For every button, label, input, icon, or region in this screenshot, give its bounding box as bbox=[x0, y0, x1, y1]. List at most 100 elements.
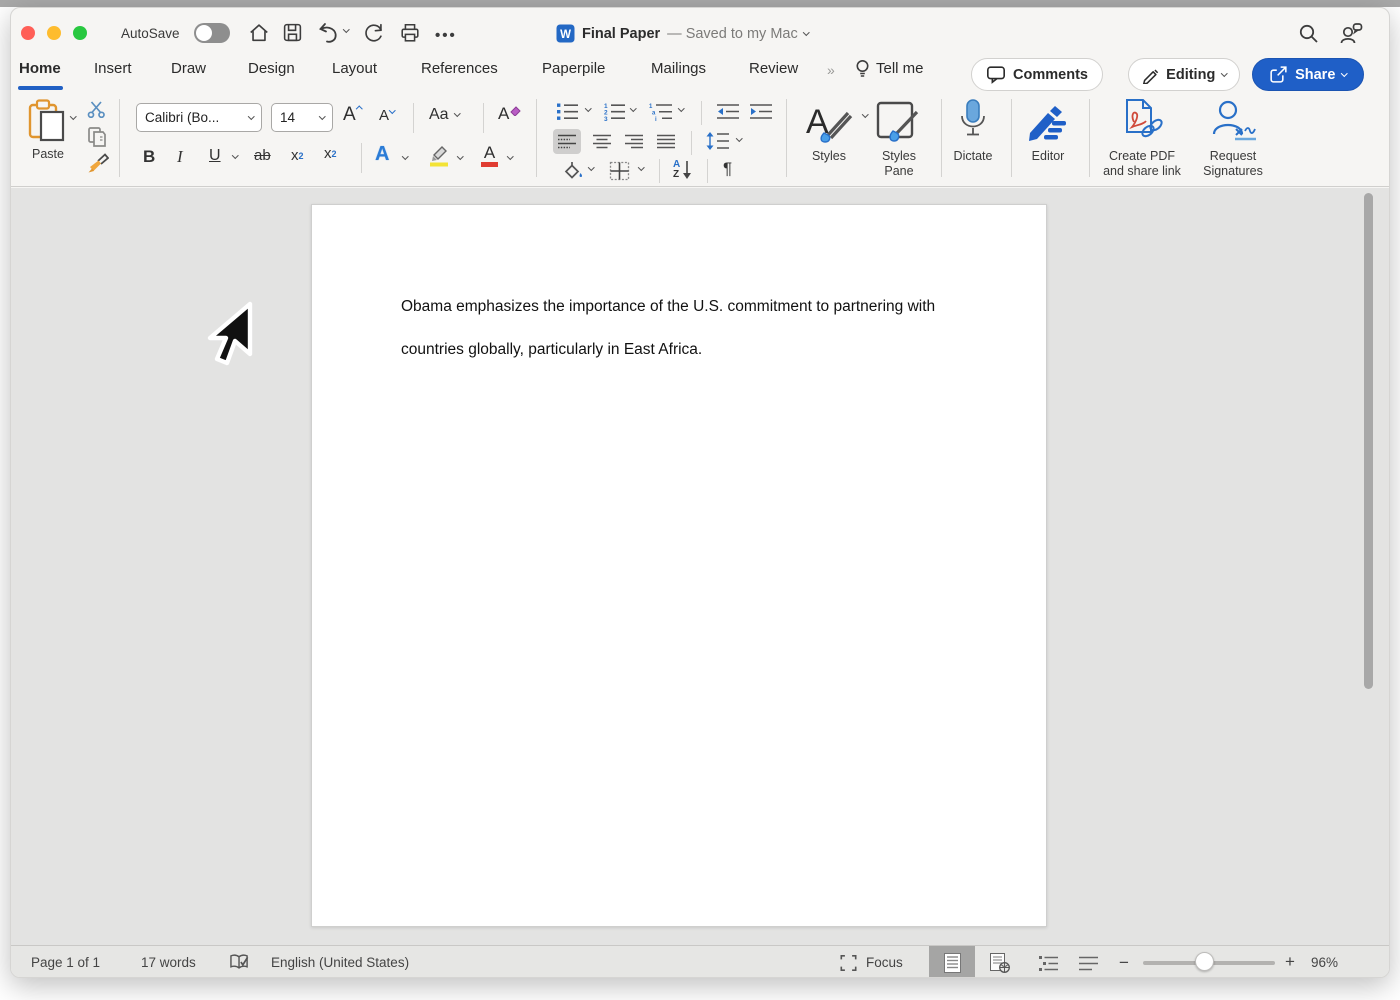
align-right-button[interactable] bbox=[625, 134, 644, 149]
document-page[interactable]: Obama emphasizes the importance of the U… bbox=[311, 204, 1047, 927]
tab-design[interactable]: Design bbox=[248, 60, 295, 77]
focus-icon[interactable] bbox=[839, 954, 858, 972]
save-icon[interactable] bbox=[282, 22, 303, 43]
page-count-status[interactable]: Page 1 of 1 bbox=[31, 955, 100, 970]
print-layout-view-button[interactable] bbox=[929, 946, 975, 977]
web-layout-view-button[interactable] bbox=[977, 946, 1023, 977]
presence-people-icon[interactable] bbox=[1339, 22, 1363, 45]
close-window-button[interactable] bbox=[21, 26, 35, 40]
text-effects-button[interactable]: A bbox=[375, 143, 389, 166]
svg-text:i: i bbox=[655, 117, 657, 121]
undo-icon[interactable] bbox=[316, 22, 340, 44]
title-dropdown-chevron-icon[interactable] bbox=[802, 28, 810, 36]
bullets-chevron-icon[interactable] bbox=[585, 105, 592, 112]
tab-overflow-chevrons[interactable]: » bbox=[827, 62, 835, 78]
tab-layout[interactable]: Layout bbox=[332, 60, 377, 77]
justify-button[interactable] bbox=[657, 134, 676, 149]
svg-text:3: 3 bbox=[604, 116, 608, 121]
tab-mailings[interactable]: Mailings bbox=[651, 60, 706, 77]
autosave-toggle[interactable] bbox=[194, 23, 230, 43]
superscript-button[interactable]: x2 bbox=[324, 145, 337, 162]
editing-button[interactable]: Editing bbox=[1128, 58, 1240, 91]
line-spacing-button[interactable] bbox=[706, 132, 730, 150]
tab-paperpile[interactable]: Paperpile bbox=[542, 60, 605, 77]
share-button[interactable]: Share bbox=[1252, 58, 1364, 91]
comments-label: Comments bbox=[1013, 66, 1088, 83]
decrease-indent-button[interactable] bbox=[716, 103, 740, 120]
borders-button[interactable] bbox=[609, 161, 630, 181]
search-icon[interactable] bbox=[1298, 23, 1320, 45]
highlight-button[interactable] bbox=[427, 143, 451, 167]
font-color-button[interactable]: A bbox=[481, 144, 498, 167]
dictate-button[interactable] bbox=[943, 98, 1003, 144]
font-name-select[interactable]: Calibri (Bo... bbox=[136, 103, 262, 132]
italic-button[interactable]: I bbox=[177, 147, 183, 167]
editor-button[interactable] bbox=[1019, 99, 1077, 143]
paste-button[interactable] bbox=[27, 99, 67, 143]
zoom-out-button[interactable]: − bbox=[1119, 953, 1129, 973]
show-paragraph-marks-button[interactable]: ¶ bbox=[723, 159, 732, 179]
zoom-slider-knob[interactable] bbox=[1195, 952, 1214, 971]
align-center-button[interactable] bbox=[593, 134, 612, 149]
font-size-select[interactable]: 14 bbox=[271, 103, 333, 132]
document-canvas[interactable]: Obama emphasizes the importance of the U… bbox=[11, 188, 1389, 945]
more-commands-icon[interactable]: ••• bbox=[435, 27, 457, 44]
text-effects-chevron-icon[interactable] bbox=[402, 153, 409, 160]
styles-button[interactable]: A bbox=[804, 99, 856, 145]
subscript-button[interactable]: x2 bbox=[291, 147, 304, 164]
tab-references[interactable]: References bbox=[421, 60, 498, 77]
numbering-button[interactable]: 123 bbox=[603, 102, 626, 121]
bold-button[interactable]: B bbox=[143, 147, 155, 167]
zoom-in-button[interactable]: + bbox=[1285, 952, 1295, 972]
line-spacing-chevron-icon[interactable] bbox=[736, 135, 743, 142]
cut-icon[interactable] bbox=[87, 100, 106, 118]
underline-button[interactable]: U bbox=[209, 147, 221, 165]
document-title-group[interactable]: W Final Paper — Saved to my Mac bbox=[556, 24, 810, 43]
tab-insert[interactable]: Insert bbox=[94, 60, 132, 77]
styles-pane-button[interactable] bbox=[875, 100, 925, 145]
align-left-button[interactable] bbox=[558, 134, 577, 149]
bullets-button[interactable] bbox=[556, 102, 579, 121]
language-status[interactable]: English (United States) bbox=[271, 955, 409, 970]
highlight-chevron-icon[interactable] bbox=[457, 153, 464, 160]
request-signatures-button[interactable] bbox=[1201, 98, 1265, 144]
strikethrough-button[interactable]: ab bbox=[254, 147, 271, 164]
undo-dropdown-chevron-icon[interactable] bbox=[343, 26, 350, 33]
focus-label[interactable]: Focus bbox=[866, 955, 903, 970]
spellcheck-icon[interactable] bbox=[229, 953, 250, 972]
font-color-chevron-icon[interactable] bbox=[507, 153, 514, 160]
tell-me-label[interactable]: Tell me bbox=[876, 60, 924, 77]
tab-review[interactable]: Review bbox=[749, 60, 798, 77]
minimize-window-button[interactable] bbox=[47, 26, 61, 40]
zoom-percentage[interactable]: 96% bbox=[1311, 955, 1338, 970]
home-icon[interactable] bbox=[248, 22, 270, 43]
grow-font-button[interactable]: A bbox=[343, 104, 363, 126]
word-count-status[interactable]: 17 words bbox=[141, 955, 196, 970]
multilevel-list-button[interactable]: 1ai bbox=[648, 102, 673, 121]
comments-button[interactable]: Comments bbox=[971, 58, 1103, 91]
multilevel-chevron-icon[interactable] bbox=[678, 105, 685, 112]
clear-formatting-button[interactable]: A bbox=[498, 104, 522, 124]
change-case-button[interactable]: Aa bbox=[429, 106, 461, 124]
print-icon[interactable] bbox=[399, 22, 421, 44]
paste-chevron-icon[interactable] bbox=[70, 113, 77, 120]
shading-chevron-icon[interactable] bbox=[588, 164, 595, 171]
create-pdf-button[interactable] bbox=[1111, 98, 1171, 144]
vertical-scrollbar-thumb[interactable] bbox=[1364, 193, 1373, 689]
styles-chevron-icon[interactable] bbox=[862, 111, 869, 118]
borders-chevron-icon[interactable] bbox=[638, 164, 645, 171]
shading-button[interactable] bbox=[561, 161, 584, 181]
numbering-chevron-icon[interactable] bbox=[630, 105, 637, 112]
underline-chevron-icon[interactable] bbox=[232, 152, 239, 159]
tab-home[interactable]: Home bbox=[19, 60, 61, 77]
outline-view-button[interactable] bbox=[1029, 946, 1069, 977]
copy-icon[interactable] bbox=[87, 126, 107, 148]
draft-view-button[interactable] bbox=[1069, 946, 1109, 977]
format-painter-icon[interactable] bbox=[87, 153, 109, 174]
increase-indent-button[interactable] bbox=[749, 103, 773, 120]
maximize-window-button[interactable] bbox=[73, 26, 87, 40]
sort-button[interactable]: A Z bbox=[673, 160, 692, 180]
shrink-font-button[interactable]: A bbox=[379, 107, 396, 124]
redo-icon[interactable] bbox=[363, 22, 386, 44]
tab-draw[interactable]: Draw bbox=[171, 60, 206, 77]
